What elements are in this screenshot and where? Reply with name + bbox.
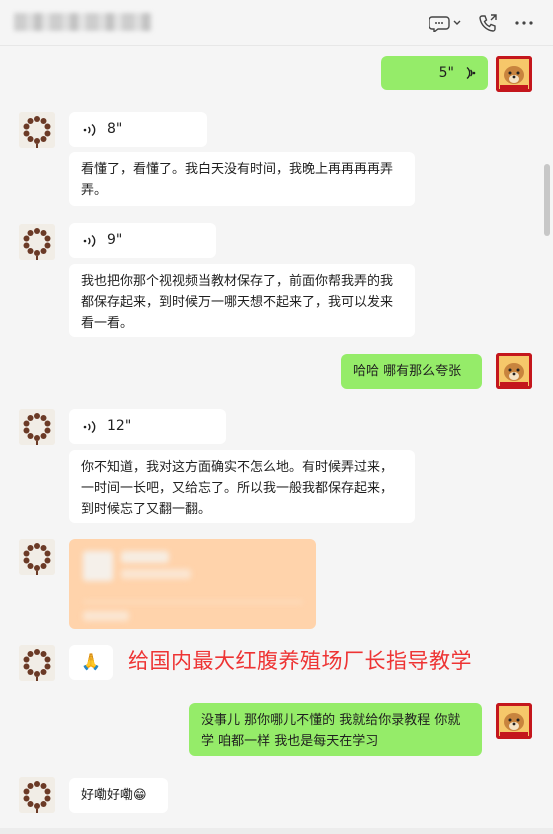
blurred-transfer-card[interactable] [69, 539, 316, 629]
message-bubble-voice[interactable]: 8" [69, 112, 207, 147]
message-bubble-text[interactable]: 好嘞好嘞😁 [69, 778, 168, 813]
contact-avatar[interactable] [19, 539, 55, 575]
voice-duration: 5" [438, 64, 454, 81]
message-text: 没事儿 那你哪儿不懂的 我就给你录教程 你就学 咱都一样 我也是每天在学习 [201, 713, 461, 749]
input-area-edge [0, 828, 553, 834]
voice-duration: 12" [107, 418, 132, 434]
message-bubble-text[interactable]: 你不知道，我对这方面确实不怎么地。有时候弄过来，一时间一长吧，又给忘了。所以我一… [69, 450, 415, 523]
chat-header [0, 0, 553, 46]
self-avatar[interactable] [496, 353, 532, 389]
contact-avatar[interactable] [19, 645, 55, 681]
voice-wave-icon [83, 234, 96, 247]
message-bubble-emoji[interactable]: 🙏 [69, 645, 113, 680]
message-bubble-text[interactable]: 没事儿 那你哪儿不懂的 我就给你录教程 你就学 咱都一样 我也是每天在学习 [189, 703, 482, 756]
phone-call-icon[interactable] [476, 12, 500, 34]
message-text: 你不知道，我对这方面确实不怎么地。有时候弄过来，一时间一长吧，又给忘了。所以我一… [81, 460, 394, 517]
contact-avatar[interactable] [19, 224, 55, 260]
message-text: 好嘞好嘞😁 [81, 788, 147, 803]
annotation-text: 给国内最大红腹养殖场厂长指导教学 [128, 649, 472, 673]
contact-avatar[interactable] [19, 112, 55, 148]
emoji-text: 🙏 [81, 652, 101, 671]
message-bubble-text[interactable]: 我也把你那个视视频当教材保存了，前面你帮我弄的我都保存起来，到时候万一哪天想不起… [69, 264, 415, 337]
message-bubble-text[interactable]: 看懂了，看懂了。我白天没有时间，我晚上再再再再弄弄。 [69, 152, 415, 206]
message-bubble-voice[interactable]: 12" [69, 409, 226, 444]
more-dots-icon[interactable] [512, 12, 536, 34]
contact-avatar[interactable] [19, 777, 55, 813]
message-text: 看懂了，看懂了。我白天没有时间，我晚上再再再再弄弄。 [81, 162, 394, 198]
voice-wave-icon [466, 66, 476, 80]
voice-duration: 8" [107, 121, 123, 137]
voice-wave-icon [83, 420, 96, 433]
self-avatar[interactable] [496, 703, 532, 739]
voice-duration: 9" [107, 232, 123, 248]
contact-avatar[interactable] [19, 409, 55, 445]
message-text: 哈哈 哪有那么夸张 [353, 364, 462, 379]
message-bubble-text[interactable]: 哈哈 哪有那么夸张 [341, 354, 482, 389]
message-text: 我也把你那个视视频当教材保存了，前面你帮我弄的我都保存起来，到时候万一哪天想不起… [81, 274, 394, 331]
scrollbar-thumb[interactable] [544, 164, 550, 236]
voice-wave-icon [83, 123, 96, 136]
chat-title-blurred [14, 13, 152, 31]
self-avatar[interactable] [496, 56, 532, 92]
message-bubble-voice[interactable]: 5" [381, 56, 488, 90]
message-bubble-voice[interactable]: 9" [69, 223, 216, 258]
chat-bubble-icon[interactable] [428, 12, 464, 34]
